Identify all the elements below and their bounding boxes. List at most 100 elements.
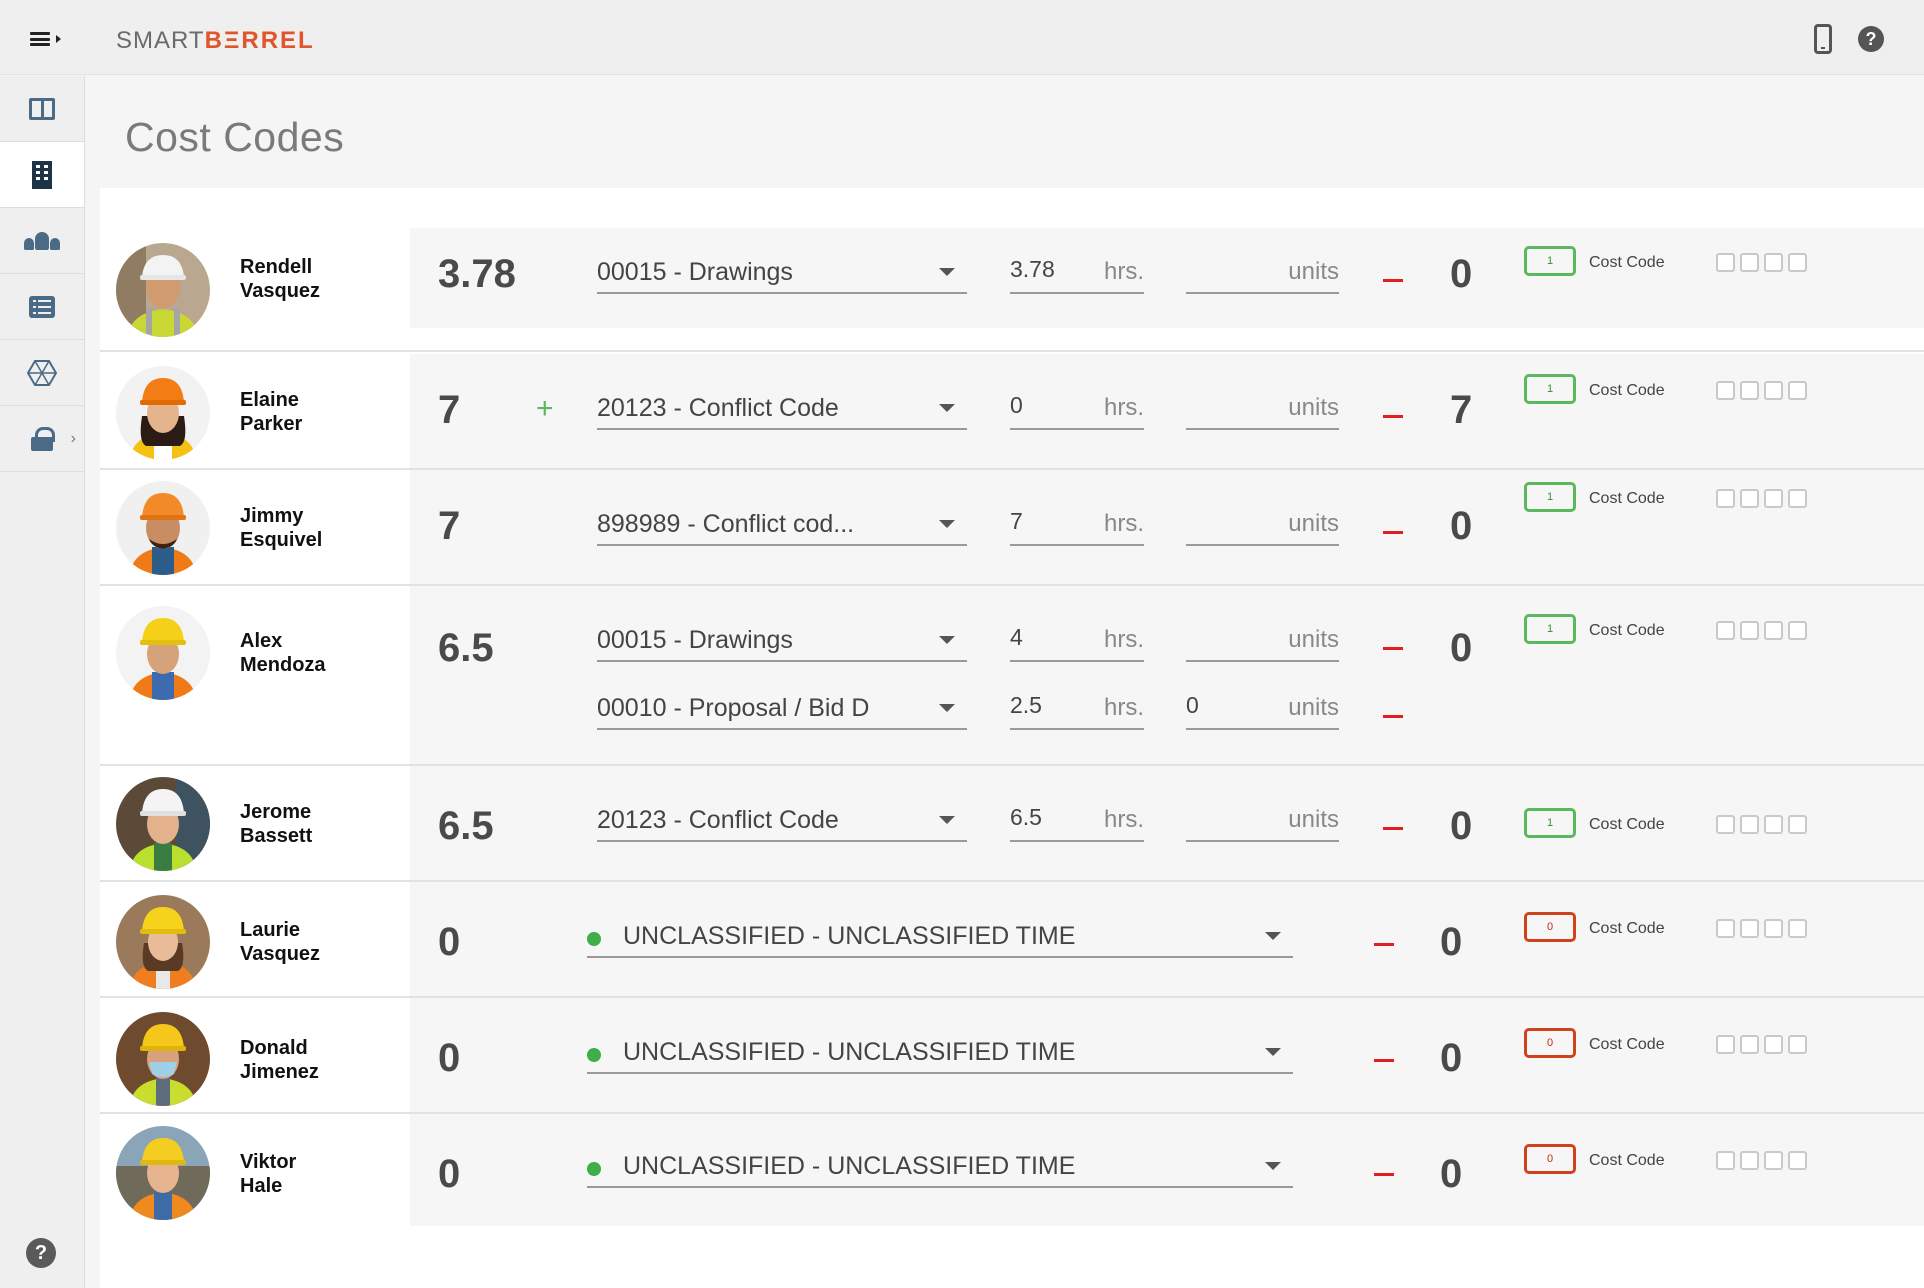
sidebar-item-network[interactable] bbox=[0, 340, 84, 406]
cost-code-count-badge[interactable]: 0 bbox=[1524, 912, 1576, 942]
checkbox[interactable] bbox=[1716, 621, 1735, 640]
checkbox[interactable] bbox=[1716, 815, 1735, 834]
units-input[interactable]: units bbox=[1186, 622, 1339, 662]
checkbox-group[interactable] bbox=[1716, 253, 1807, 272]
remove-entry-button[interactable] bbox=[1374, 943, 1394, 946]
checkbox-group[interactable] bbox=[1716, 381, 1807, 400]
checkbox[interactable] bbox=[1716, 1035, 1735, 1054]
checkbox[interactable] bbox=[1788, 1151, 1807, 1170]
checkbox[interactable] bbox=[1788, 815, 1807, 834]
cost-code-select[interactable]: 00015 - Drawings bbox=[597, 254, 967, 294]
cost-code-select[interactable]: 20123 - Conflict Code bbox=[597, 802, 967, 842]
sidebar-help-icon[interactable]: ? bbox=[26, 1238, 56, 1268]
checkbox-group[interactable] bbox=[1716, 815, 1807, 834]
mobile-icon[interactable] bbox=[1814, 24, 1832, 54]
checkbox[interactable] bbox=[1764, 381, 1783, 400]
cost-code-select[interactable]: 00010 - Proposal / Bid D bbox=[597, 690, 967, 730]
cost-code-select[interactable]: UNCLASSIFIED - UNCLASSIFIED TIME bbox=[587, 1148, 1293, 1188]
checkbox-group[interactable] bbox=[1716, 1151, 1807, 1170]
remove-entry-button[interactable] bbox=[1383, 279, 1403, 282]
units-input[interactable]: units bbox=[1186, 802, 1339, 842]
checkbox[interactable] bbox=[1764, 815, 1783, 834]
checkbox[interactable] bbox=[1788, 621, 1807, 640]
cost-code-select[interactable]: 00015 - Drawings bbox=[597, 622, 967, 662]
chevron-down-icon bbox=[939, 704, 955, 712]
status-dot bbox=[587, 1048, 601, 1062]
checkbox[interactable] bbox=[1740, 1035, 1759, 1054]
checkbox-group[interactable] bbox=[1716, 1035, 1807, 1054]
checkbox[interactable] bbox=[1764, 489, 1783, 508]
logo-text-smart: SMART bbox=[116, 27, 205, 54]
sidebar-item-dashboard[interactable] bbox=[0, 76, 84, 142]
table-row: DonaldJimenez 0 UNCLASSIFIED - UNCLASSIF… bbox=[100, 998, 1924, 1114]
remove-entry-button[interactable] bbox=[1374, 1059, 1394, 1062]
hours-input[interactable]: 0hrs. bbox=[1010, 390, 1144, 430]
remove-entry-button[interactable] bbox=[1383, 647, 1403, 650]
checkbox[interactable] bbox=[1788, 489, 1807, 508]
checkbox[interactable] bbox=[1716, 1151, 1735, 1170]
checkbox[interactable] bbox=[1716, 489, 1735, 508]
checkbox[interactable] bbox=[1764, 253, 1783, 272]
cost-code-select[interactable]: 20123 - Conflict Code bbox=[597, 390, 967, 430]
cost-code-count-badge[interactable]: 1 bbox=[1524, 374, 1576, 404]
hours-input[interactable]: 4hrs. bbox=[1010, 622, 1144, 662]
cost-code-count-badge[interactable]: 0 bbox=[1524, 1028, 1576, 1058]
checkbox[interactable] bbox=[1716, 919, 1735, 938]
cost-code-select[interactable]: UNCLASSIFIED - UNCLASSIFIED TIME bbox=[587, 1034, 1293, 1074]
app-logo[interactable]: SMARTBΞRREL bbox=[116, 27, 315, 55]
checkbox[interactable] bbox=[1740, 381, 1759, 400]
units-input[interactable]: units bbox=[1186, 506, 1339, 546]
remove-entry-button[interactable] bbox=[1383, 531, 1403, 534]
checkbox-group[interactable] bbox=[1716, 919, 1807, 938]
checkbox[interactable] bbox=[1788, 1035, 1807, 1054]
menu-icon[interactable] bbox=[30, 28, 68, 50]
units-input[interactable]: units bbox=[1186, 390, 1339, 430]
hours-difference: 0 bbox=[1450, 626, 1472, 671]
page-title: Cost Codes bbox=[125, 114, 344, 161]
checkbox[interactable] bbox=[1764, 621, 1783, 640]
remove-entry-button[interactable] bbox=[1383, 415, 1403, 418]
units-input[interactable]: 0units bbox=[1186, 690, 1339, 730]
cost-code-label: Cost Code bbox=[1589, 816, 1665, 834]
checkbox[interactable] bbox=[1788, 919, 1807, 938]
checkbox[interactable] bbox=[1788, 381, 1807, 400]
cost-code-count-badge[interactable]: 1 bbox=[1524, 482, 1576, 512]
checkbox[interactable] bbox=[1764, 1151, 1783, 1170]
remove-entry-button[interactable] bbox=[1383, 715, 1403, 718]
checkbox[interactable] bbox=[1740, 621, 1759, 640]
checkbox[interactable] bbox=[1740, 253, 1759, 272]
checkbox[interactable] bbox=[1740, 815, 1759, 834]
checkbox[interactable] bbox=[1740, 919, 1759, 938]
checkbox[interactable] bbox=[1716, 381, 1735, 400]
checkbox-group[interactable] bbox=[1716, 489, 1807, 508]
help-icon[interactable]: ? bbox=[1858, 26, 1884, 52]
sidebar-item-users[interactable] bbox=[0, 208, 84, 274]
checkbox-group[interactable] bbox=[1716, 621, 1807, 640]
hours-input[interactable]: 6.5hrs. bbox=[1010, 802, 1144, 842]
cost-code-select[interactable]: UNCLASSIFIED - UNCLASSIFIED TIME bbox=[587, 918, 1293, 958]
cost-code-count-badge[interactable]: 1 bbox=[1524, 614, 1576, 644]
cost-code-count-badge[interactable]: 1 bbox=[1524, 808, 1576, 838]
hours-input[interactable]: 7hrs. bbox=[1010, 506, 1144, 546]
checkbox[interactable] bbox=[1788, 253, 1807, 272]
app-frame: SMARTBΞRREL ? bbox=[0, 0, 1924, 1288]
units-input[interactable]: units bbox=[1186, 254, 1339, 294]
checkbox[interactable] bbox=[1740, 1151, 1759, 1170]
cost-code-select[interactable]: 898989 - Conflict cod... bbox=[597, 506, 967, 546]
checkbox[interactable] bbox=[1764, 919, 1783, 938]
hours-input[interactable]: 2.5hrs. bbox=[1010, 690, 1144, 730]
checkbox[interactable] bbox=[1740, 489, 1759, 508]
cost-code-count-badge[interactable]: 1 bbox=[1524, 246, 1576, 276]
cost-code-count-badge[interactable]: 0 bbox=[1524, 1144, 1576, 1174]
checkbox[interactable] bbox=[1716, 253, 1735, 272]
sidebar-item-security[interactable]: › bbox=[0, 406, 84, 472]
total-hours: 0 bbox=[438, 1152, 460, 1197]
checkbox[interactable] bbox=[1764, 1035, 1783, 1054]
remove-entry-button[interactable] bbox=[1383, 827, 1403, 830]
remove-entry-button[interactable] bbox=[1374, 1173, 1394, 1176]
sidebar-item-projects[interactable] bbox=[0, 142, 84, 208]
hours-input[interactable]: 3.78hrs. bbox=[1010, 254, 1144, 294]
add-entry-button[interactable]: + bbox=[536, 392, 554, 426]
chevron-down-icon bbox=[939, 268, 955, 276]
sidebar-item-list[interactable] bbox=[0, 274, 84, 340]
